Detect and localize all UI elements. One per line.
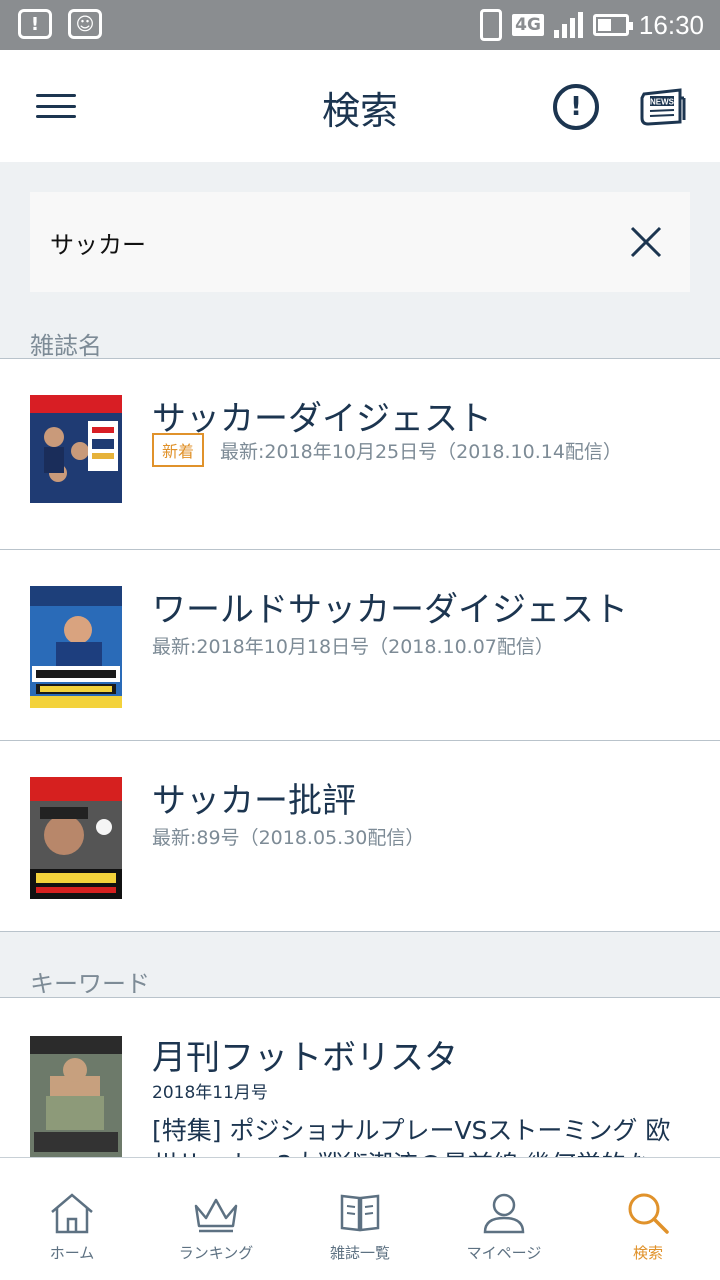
nav-item-my-page[interactable]: マイページ xyxy=(432,1158,576,1280)
nav-item-magazine-list[interactable]: 雑誌一覧 xyxy=(288,1158,432,1280)
page-title: 検索 xyxy=(321,89,398,133)
vibrate-icon xyxy=(480,9,503,41)
news-icon[interactable]: NEWS xyxy=(640,88,686,130)
crown-icon xyxy=(193,1192,239,1234)
magazine-cover-image xyxy=(30,777,122,899)
status-bar: ! ☺ 4G 16:30 xyxy=(0,0,720,50)
magazine-title: サッカー批評 xyxy=(152,781,356,821)
magazine-title: ワールドサッカーダイジェスト xyxy=(152,590,628,630)
section-label-keyword: キーワード xyxy=(30,970,150,998)
info-alert-icon[interactable]: ! xyxy=(553,84,599,130)
signal-icon xyxy=(553,12,583,38)
battery-icon xyxy=(592,14,633,36)
book-icon xyxy=(339,1192,381,1234)
latest-issue: 最新:2018年10月25日号（2018.10.14配信） xyxy=(220,440,622,463)
latest-issue: 最新:2018年10月18日号（2018.10.07配信） xyxy=(152,636,554,658)
nav-item-home[interactable]: ホーム xyxy=(0,1158,144,1280)
divider xyxy=(0,931,720,932)
nav-item-search[interactable]: 検索 xyxy=(576,1158,720,1280)
new-badge: 新着 xyxy=(152,433,205,467)
clear-icon[interactable] xyxy=(628,224,664,260)
search-input[interactable] xyxy=(50,222,610,262)
keyword-result-row[interactable]: 月刊フットボリスタ 2018年11月号 [特集] ポジショナルプレーVSストーミ… xyxy=(0,998,720,1158)
feature-description: [特集] ポジショナルプレーVSストーミング 欧州サッカー2大戦術潮流の最前線 … xyxy=(152,1116,671,1158)
magazine-row[interactable]: サッカー批評 最新:89号（2018.05.30配信） xyxy=(0,741,720,931)
section-label-magazine-name: 雑誌名 xyxy=(30,332,102,360)
magazine-cover-image xyxy=(30,395,122,517)
magazine-cover-image xyxy=(30,586,122,708)
alert-notification-icon: ! xyxy=(18,9,52,39)
issue-label: 2018年11月号 xyxy=(152,1083,268,1103)
magazine-cover-image xyxy=(30,1036,122,1158)
nav-item-ranking[interactable]: ランキング xyxy=(144,1158,288,1280)
magazine-row[interactable]: サッカーダイジェスト 新着 最新:2018年10月25日号（2018.10.14… xyxy=(0,359,720,549)
latest-issue: 最新:89号（2018.05.30配信） xyxy=(152,827,425,849)
app-header: 検索 ! NEWS xyxy=(0,50,720,162)
person-icon xyxy=(482,1192,526,1234)
search-box xyxy=(30,192,690,292)
network-type: 4G xyxy=(512,14,544,36)
svg-text:NEWS: NEWS xyxy=(650,98,675,107)
magazine-title: 月刊フットボリスタ xyxy=(152,1038,458,1078)
home-icon xyxy=(48,1192,96,1234)
face-notification-icon: ☺ xyxy=(68,9,102,39)
magazine-meta: 新着 最新:2018年10月25日号（2018.10.14配信） xyxy=(152,433,622,467)
magazine-row[interactable]: ワールドサッカーダイジェスト 最新:2018年10月18日号（2018.10.0… xyxy=(0,550,720,740)
bottom-navigation: ホーム ランキング 雑誌一覧 マイページ 検索 xyxy=(0,1157,720,1280)
search-icon xyxy=(626,1192,670,1234)
clock: 16:30 xyxy=(638,9,704,40)
